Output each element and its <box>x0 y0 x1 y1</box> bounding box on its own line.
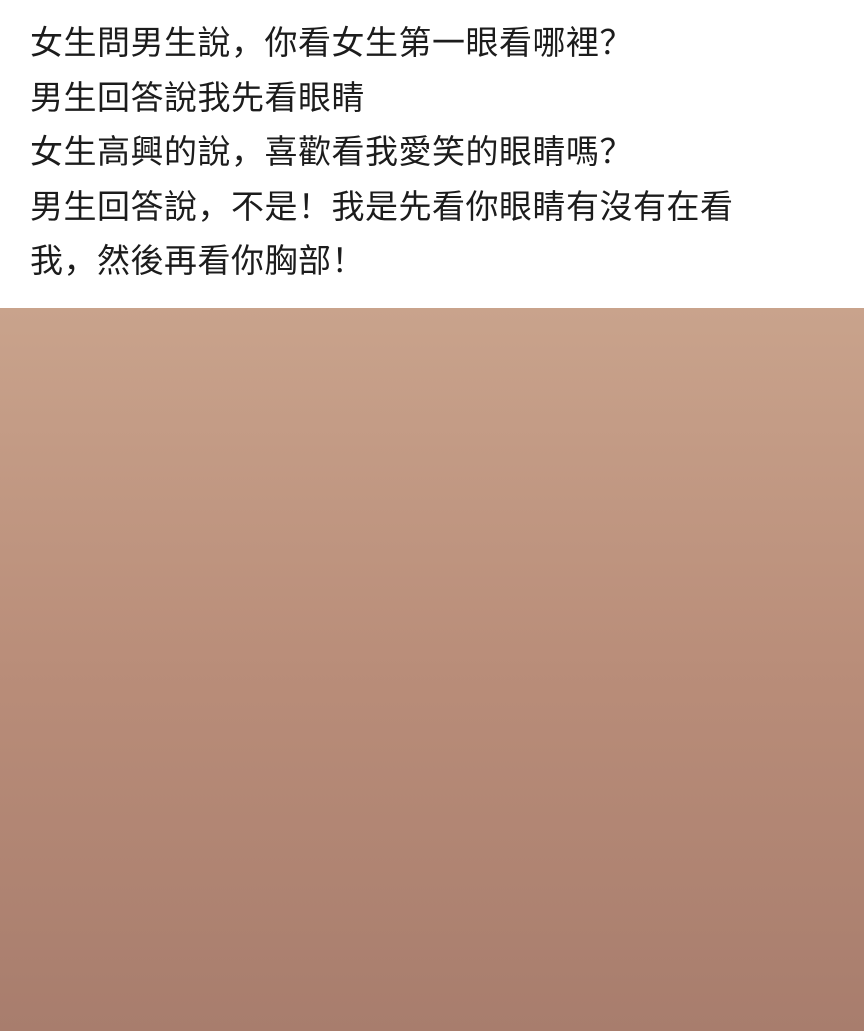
meme-post: 女生問男生說，你看女生第一眼看哪裡？ 男生回答說我先看眼睛 女生高興的說，喜歡看… <box>0 0 864 1031</box>
meme-caption: 女生問男生說，你看女生第一眼看哪裡？ 男生回答說我先看眼睛 女生高興的說，喜歡看… <box>30 16 840 289</box>
caption-line-4: 男生回答說，不是！我是先看你眼睛有沒有在看 <box>30 186 734 226</box>
caption-line-2: 男生回答說我先看眼睛 <box>30 77 365 117</box>
caption-line-5: 我，然後再看你胸部！ <box>30 241 365 280</box>
caption-line-1: 女生問男生說，你看女生第一眼看哪裡？ <box>30 23 633 62</box>
caption-line-3: 女生高興的說，喜歡看我愛笑的眼睛嗎？ <box>30 132 633 171</box>
meme-photo-placeholder <box>0 308 864 1031</box>
